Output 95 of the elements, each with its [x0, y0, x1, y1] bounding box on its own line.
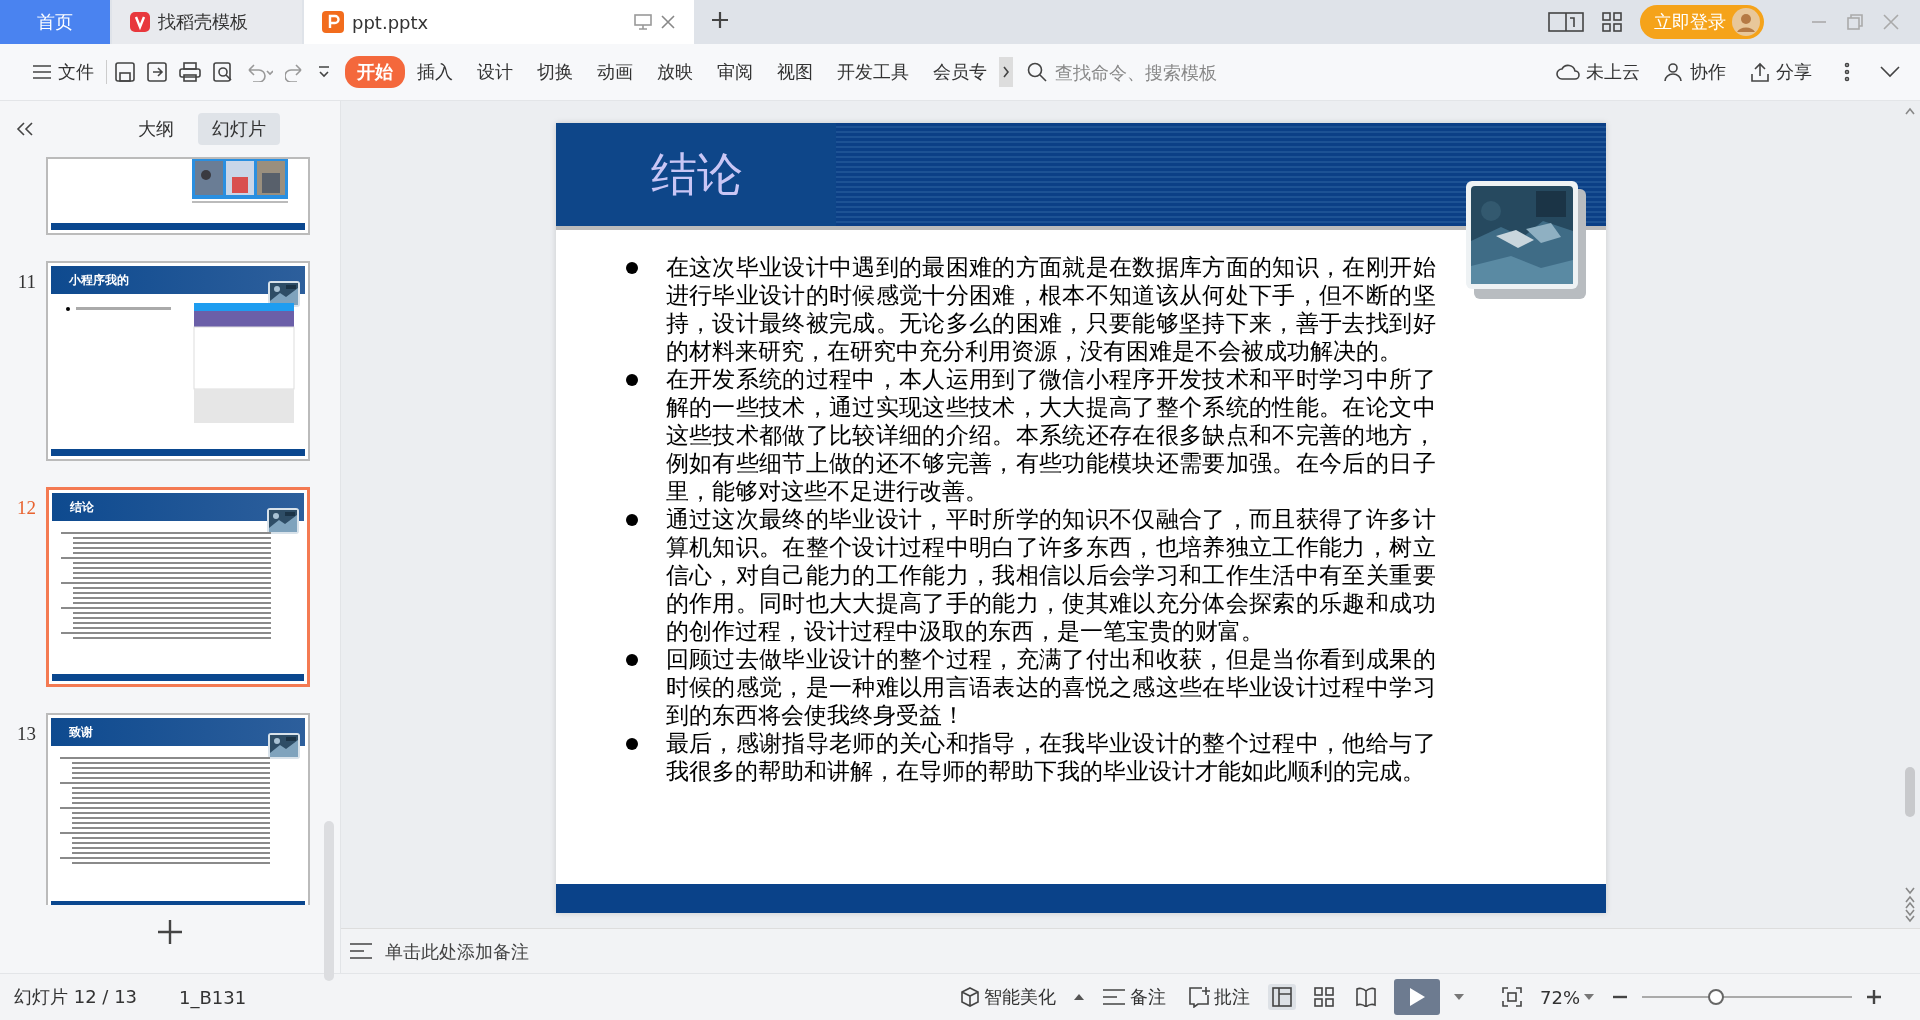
slide-number: 12 [16, 497, 36, 519]
search-icon [1027, 62, 1047, 82]
next-slide-icon[interactable] [1905, 909, 1915, 923]
slide-thumbnail[interactable]: 小程序我的 [46, 261, 310, 461]
ribbon-tab[interactable]: 放映 [645, 56, 705, 88]
user-icon [1664, 62, 1684, 82]
dropdown-icon [1584, 993, 1594, 1001]
notes-field[interactable]: 单击此处添加备注 [383, 939, 687, 963]
tab[interactable]: 找稻壳模板 [112, 0, 302, 44]
export-icon[interactable] [147, 62, 167, 82]
cube-icon [960, 987, 980, 1007]
notes-button[interactable]: 备注 [1098, 982, 1170, 1012]
slideshow-button[interactable] [1394, 979, 1440, 1015]
expand-icon[interactable] [1074, 993, 1084, 1001]
search-field[interactable]: 查找命令、搜索模板 [1027, 60, 1357, 84]
slide-thumbnail[interactable]: 致谢 [46, 713, 310, 905]
ribbon-tab[interactable]: 设计 [465, 56, 525, 88]
scroll-up-icon[interactable] [1905, 107, 1915, 115]
more-icon[interactable] [1844, 62, 1850, 82]
ribbon-tab[interactable]: 会员专 [921, 56, 999, 88]
bullet-text: 在这次毕业设计中遇到的最困难的方面就是在数据库方面的知识，在刚开始进行毕业设计的时候感觉十分困难，根本不知道该从何处下手，但不断的坚持，设计最终被完成。无论多么的困难，只要能够坚持下来，善于去找到好的材料来研究，在研究中充分利用资源，没有困难是不会被成功解决的。 [665, 254, 1436, 366]
collapse-panel-icon[interactable] [16, 121, 34, 137]
save-icon[interactable] [115, 62, 135, 82]
slider-thumb[interactable] [1707, 989, 1724, 1005]
avatar-icon [1732, 8, 1760, 36]
layout-icon[interactable] [1548, 11, 1584, 33]
bullet-text: 在开发系统的过程中，本人运用到了微信小程序开发技术和平时学习中所了解的一些技术，通过实现这些技术，大大提高了整个系统的性能。在论文中这些技术都做了比较详细的介绍。本系统还存在很多缺点和不完善的地方，例如有些细节上做的还不够完善，有些功能模块还需要加强。在今后的日子里，能够对这些不足进行改善。 [665, 366, 1436, 506]
ribbon-tab[interactable]: 动画 [585, 56, 645, 88]
close-icon[interactable] [660, 14, 676, 30]
presentation-icon[interactable] [322, 11, 344, 33]
slide-thumbnail[interactable] [46, 157, 310, 235]
more-tabs-icon[interactable] [999, 57, 1013, 87]
redo-icon[interactable] [285, 62, 305, 82]
slide-number: 13 [16, 723, 36, 745]
tab[interactable]: 首页 [0, 0, 110, 44]
dropdown-icon[interactable] [1454, 993, 1464, 1001]
bullet-text: 通过这次最终的毕业设计，平时所学的知识不仅融合了，而且获得了许多计算机知识。在整个设计过程中明白了许多东西，也培养独立工作能力，树立信心，对自己能力的工作能力，我相信以后会学习和工作生活中有至关重要的作用。同时也大大提高了手的能力，使其难以充分体会探索的乐趣和成功的创作过程，设计过程中汲取的东西，是一笔宝贵的财富。 [665, 506, 1436, 646]
slide-title-bar: 结论 [52, 493, 304, 521]
apps-grid-icon[interactable] [1602, 12, 1622, 32]
panel-tab[interactable]: 幻灯片 [198, 113, 280, 145]
slide-title: 结论 [650, 147, 743, 202]
previous-slide-icon[interactable] [1905, 895, 1915, 909]
cloud-button[interactable]: 未上云 [1544, 56, 1652, 88]
bullet-icon [625, 738, 638, 750]
monitor-icon[interactable] [634, 14, 652, 30]
menu-icon[interactable] [32, 64, 52, 80]
notes-icon [1102, 988, 1126, 1006]
add-slide-icon[interactable] [157, 919, 183, 945]
collaborate-button[interactable]: 协作 [1652, 56, 1738, 88]
normal-view-icon [1272, 987, 1292, 1007]
view-button[interactable] [1268, 984, 1296, 1010]
add-tab-icon[interactable] [710, 10, 730, 30]
notes-icon [349, 942, 373, 960]
slide-sorter-icon [1314, 987, 1334, 1007]
zoom-dropdown[interactable]: 72% [1536, 983, 1598, 1011]
slide-number: 11 [16, 271, 36, 293]
ribbon-tab[interactable]: 切换 [525, 56, 585, 88]
docer-icon[interactable] [130, 12, 150, 32]
scroll-down-icon[interactable] [1905, 887, 1915, 895]
ribbon-tab[interactable]: 开发工具 [825, 56, 921, 88]
slide-title-bar: 致谢 [51, 718, 305, 746]
bullet-icon [625, 514, 638, 526]
zoom-slider[interactable] [1642, 987, 1852, 1007]
bullet-icon [625, 262, 638, 274]
bullet-icon [625, 374, 638, 386]
dropdown-icon[interactable] [317, 65, 331, 79]
comment-icon [1188, 986, 1210, 1008]
ribbon-tab[interactable]: 插入 [405, 56, 465, 88]
bullet-text: 最后，感谢指导老师的关心和指导，在我毕业设计的整个过程中，他给与了我很多的帮助和讲解，在导师的帮助下我的毕业设计才能如此顺利的完成。 [665, 730, 1436, 786]
zoom-in-icon[interactable] [1866, 989, 1882, 1005]
reading-view-icon [1356, 987, 1376, 1007]
undo-icon[interactable] [245, 62, 273, 82]
print-icon[interactable] [179, 62, 201, 82]
bullet-icon [625, 654, 638, 666]
template-name: 1_B131 [179, 986, 247, 1008]
slide-thumbnail[interactable]: 结论 [46, 487, 310, 687]
panel-tab[interactable]: 大纲 [124, 113, 188, 145]
print-preview-icon[interactable] [213, 62, 233, 82]
beautify-button[interactable]: 智能美化 [956, 982, 1060, 1012]
scrollbar[interactable] [1905, 767, 1915, 817]
collapse-ribbon-icon[interactable] [1880, 66, 1900, 78]
scrollbar[interactable] [324, 821, 334, 981]
share-icon [1750, 62, 1770, 82]
slide-indicator: 幻灯片 12 / 13 [14, 985, 138, 1009]
ribbon-tab[interactable]: 审阅 [705, 56, 765, 88]
share-button[interactable]: 分享 [1738, 56, 1824, 88]
slide-title-bar: 小程序我的 [51, 266, 305, 294]
fit-window-icon[interactable] [1502, 987, 1522, 1007]
cloud-icon [1556, 62, 1580, 82]
ribbon-tab[interactable]: 视图 [765, 56, 825, 88]
comment-button[interactable]: 批注 [1184, 982, 1254, 1012]
play-icon [1408, 987, 1426, 1007]
bullet-text: 回顾过去做毕业设计的整个过程，充满了付出和收获，但是当你看到成果的时候的感觉，是一种难以用言语表达的喜悦之感这些在毕业设计过程中学习到的东西将会使我终身受益！ [665, 646, 1436, 730]
tab[interactable]: ppt.pptx [304, 0, 694, 44]
file-menu[interactable]: 文件 [20, 56, 106, 88]
